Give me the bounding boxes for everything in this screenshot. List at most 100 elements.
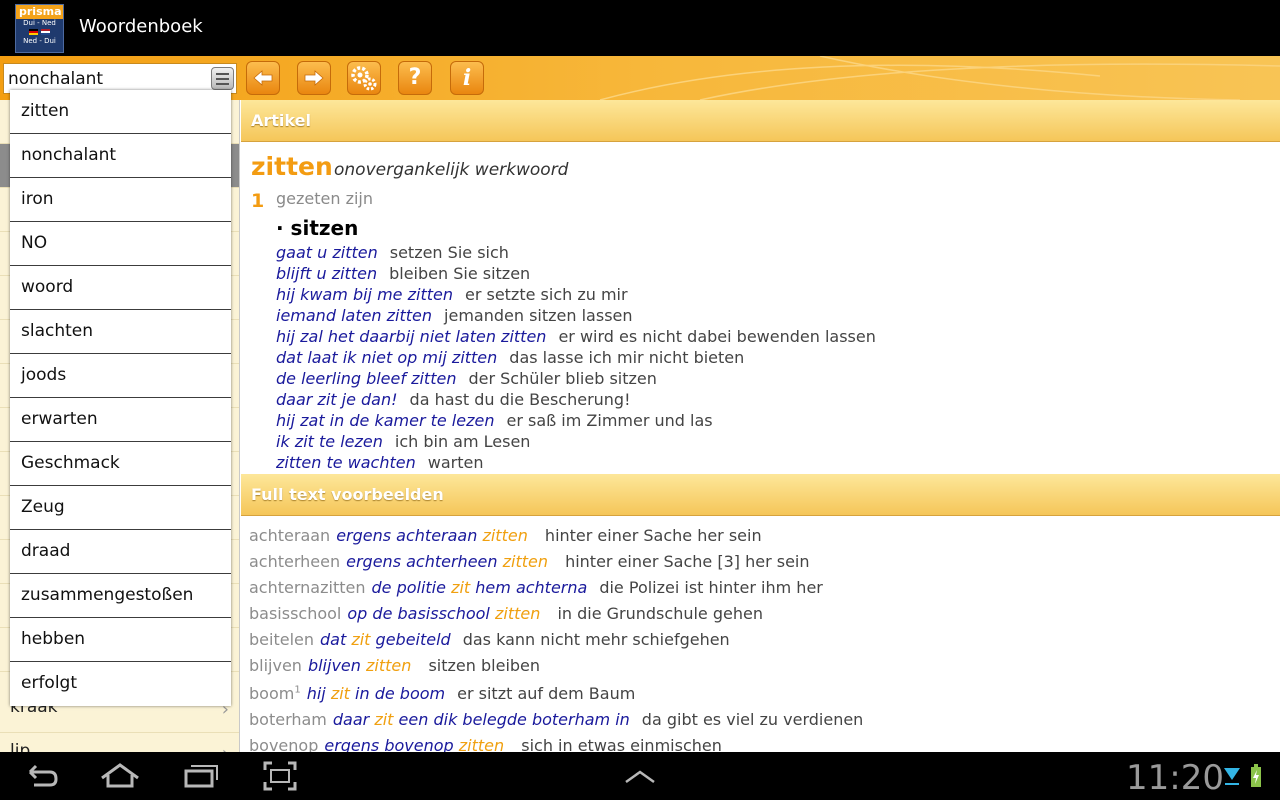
fulltext-de: die Polizei ist hinter ihm her — [599, 578, 823, 597]
example-de: setzen Sie sich — [389, 243, 509, 262]
info-button[interactable]: i — [450, 61, 484, 95]
gears-icon — [351, 66, 377, 91]
part-of-speech: onovergankelijk werkwoord — [334, 160, 569, 180]
fulltext-highlight: zit — [374, 710, 394, 729]
suggestion-item[interactable]: zitten — [10, 90, 231, 134]
help-icon: ? — [408, 65, 422, 90]
suggestion-item[interactable]: joods — [10, 354, 231, 398]
suggestion-item[interactable]: Geschmack — [10, 442, 231, 486]
fulltext-nl: op de basisschool — [347, 604, 490, 623]
forward-button[interactable] — [297, 61, 331, 95]
fulltext-row[interactable]: achterheen ergens achterheen zitten hinte… — [249, 552, 810, 571]
arrow-right-icon — [304, 70, 324, 86]
fulltext-de: hinter einer Sache [3] her sein — [565, 552, 810, 571]
suggestion-item[interactable]: iron — [10, 178, 231, 222]
fulltext-row[interactable]: achternazitten de politie zit hem achtern… — [249, 578, 823, 597]
fulltext-de: da gibt es viel zu verdienen — [641, 710, 864, 729]
list-menu-button[interactable] — [211, 67, 234, 90]
chevron-right-icon: › — [222, 743, 229, 752]
info-icon: i — [462, 65, 472, 91]
suggestion-item[interactable]: slachten — [10, 310, 231, 354]
fulltext-list[interactable]: achteraan ergens achteraan zitten hinter … — [241, 516, 1280, 752]
example-de: er wird es nicht dabei bewenden lassen — [558, 327, 876, 346]
action-bar: prisma Dui - Ned Ned - Dui Woordenboek — [0, 0, 1280, 56]
fulltext-keyword: achterheen — [249, 552, 341, 571]
suggestion-item[interactable]: NO — [10, 222, 231, 266]
fulltext-nl: een dik belegde boterham in — [398, 710, 630, 729]
fulltext-highlight: zitten — [502, 552, 548, 571]
suggestion-item[interactable]: hebben — [10, 618, 231, 662]
chevron-up-icon[interactable] — [622, 760, 658, 792]
fulltext-row[interactable]: achteraan ergens achteraan zitten hinter … — [249, 526, 762, 545]
fulltext-nl: hij — [306, 684, 326, 703]
flags-icon — [16, 29, 63, 35]
logo-brand: prisma — [16, 5, 63, 19]
suggestion-item[interactable]: erfolgt — [10, 662, 231, 706]
suggestion-item[interactable]: erwarten — [10, 398, 231, 442]
fulltext-de: sich in etwas einmischen — [521, 736, 722, 752]
fulltext-highlight: zit — [330, 684, 350, 703]
example: ik zit te lezen ich bin am Lesen — [276, 432, 530, 451]
word-list-item[interactable]: lip › — [0, 733, 239, 752]
example-de: warten — [427, 453, 484, 472]
fulltext-row[interactable]: bovenop ergens bovenop zitten sich in etw… — [249, 736, 722, 752]
fulltext-row[interactable]: boterham daar zit een dik belegde boterha… — [249, 710, 863, 729]
example: iemand laten zitten jemanden sitzen lasse… — [276, 306, 633, 325]
fulltext-nl: blijven — [307, 656, 361, 675]
clock: 11:20 — [1126, 758, 1224, 798]
search-input[interactable] — [8, 68, 204, 90]
settings-button[interactable] — [347, 61, 381, 95]
fulltext-row[interactable]: blijven blijven zitten sitzen bleiben — [249, 656, 540, 675]
fulltext-de: in die Grundschule gehen — [557, 604, 763, 623]
example-de: er saß im Zimmer und las — [506, 411, 713, 430]
suggestion-item[interactable]: draad — [10, 530, 231, 574]
fulltext-highlight: zit — [451, 578, 471, 597]
fulltext-keyword: blijven — [249, 656, 302, 675]
example-nl: ik zit te lezen — [276, 432, 383, 451]
fulltext-nl: de politie — [371, 578, 446, 597]
screenshot-icon[interactable] — [262, 760, 298, 792]
back-button[interactable] — [246, 61, 280, 95]
help-button[interactable]: ? — [398, 61, 432, 95]
example: blijft u zitten bleiben Sie sitzen — [276, 264, 530, 283]
fulltext-nl: daar — [332, 710, 370, 729]
fulltext-keyword: beitelen — [249, 630, 314, 649]
example: gaat u zitten setzen Sie sich — [276, 243, 509, 262]
fulltext-de: er sitzt auf dem Baum — [457, 684, 636, 703]
fulltext-highlight: zitten — [494, 604, 541, 623]
fulltext-highlight: zit — [351, 630, 371, 649]
logo-line-1: Dui - Ned — [23, 19, 56, 27]
back-icon[interactable] — [22, 760, 62, 792]
fulltext-nl: ergens achterheen — [346, 552, 498, 571]
home-icon[interactable] — [98, 760, 142, 792]
headword: zitten — [251, 152, 333, 181]
sense-number: 1 — [251, 190, 265, 212]
suggestion-item[interactable]: nonchalant — [10, 134, 231, 178]
fulltext-row[interactable]: basisschool op de basisschool zitten in d… — [249, 604, 763, 623]
example-de: der Schüler blieb sitzen — [468, 369, 657, 388]
example: hij zat in de kamer te lezen er saß im Zi… — [276, 411, 713, 430]
fulltext-row[interactable]: boom1 hij zit in de boom er sitzt auf dem … — [249, 684, 635, 703]
example: hij zal het daarbij niet laten zitten er … — [276, 327, 876, 346]
example-nl: de leerling bleef zitten — [276, 369, 457, 388]
fulltext-de: das kann nicht mehr schiefgehen — [462, 630, 730, 649]
example: hij kwam bij me zitten er setzte sich zu … — [276, 285, 628, 304]
article-body[interactable]: zitten onovergankelijk werkwoord 1 gezet… — [241, 142, 1280, 474]
recent-apps-icon[interactable] — [182, 760, 222, 792]
example: zitten te wachten warten — [276, 453, 483, 472]
example-nl: zitten te wachten — [276, 453, 416, 472]
suggestion-item[interactable]: woord — [10, 266, 231, 310]
example-de: das lasse ich mir nicht bieten — [509, 348, 745, 367]
example: dat laat ik niet op mij zitten das lasse … — [276, 348, 744, 367]
example-nl: hij zal het daarbij niet laten zitten — [276, 327, 547, 346]
suggestion-item[interactable]: Zeug — [10, 486, 231, 530]
example-nl: dat laat ik niet op mij zitten — [276, 348, 498, 367]
example-de: ich bin am Lesen — [394, 432, 531, 451]
fulltext-row[interactable]: beitelen dat zit gebeiteld das kann nicht … — [249, 630, 730, 649]
example-nl: iemand laten zitten — [276, 306, 433, 325]
translation: · sitzen — [276, 216, 359, 240]
download-icon — [1224, 768, 1240, 785]
example-nl: blijft u zitten — [276, 264, 378, 283]
fulltext-keyword: bovenop — [249, 736, 319, 752]
suggestion-item[interactable]: zusammengestoßen — [10, 574, 231, 618]
